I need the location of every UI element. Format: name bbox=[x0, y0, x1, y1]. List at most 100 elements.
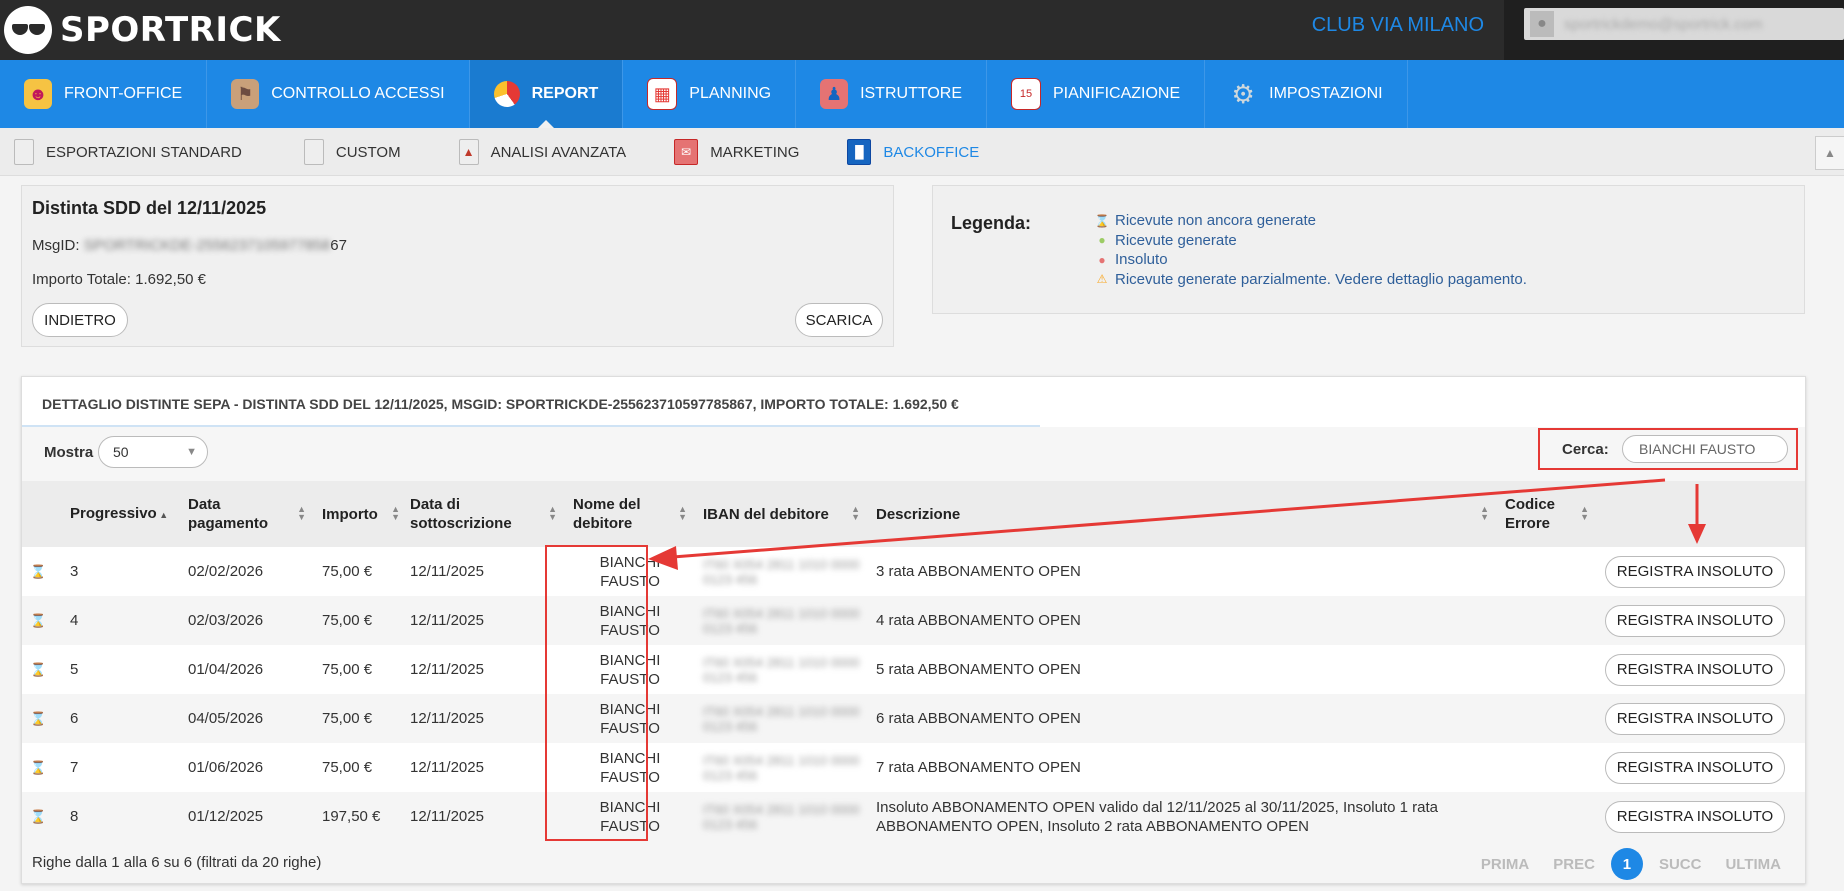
user-icon: ● bbox=[1530, 11, 1554, 37]
importo-totale: Importo Totale: 1.692,50 € bbox=[32, 271, 207, 288]
sub-nav: ESPORTAZIONI STANDARD CUSTOM ▲ ANALISI A… bbox=[0, 128, 1844, 176]
registra-insoluto-button[interactable]: REGISTRA INSOLUTO bbox=[1605, 751, 1785, 784]
coin-red-icon: ● bbox=[1098, 252, 1106, 267]
sepa-detail-card: DETTAGLIO DISTINTE SEPA - DISTINTA SDD D… bbox=[21, 376, 1806, 884]
brand-name: SPORTRICK bbox=[60, 10, 281, 50]
nav-istruttore[interactable]: ♟ ISTRUTTORE bbox=[796, 60, 987, 128]
subnav-label: ESPORTAZIONI STANDARD bbox=[46, 143, 242, 161]
col-iban-debitore[interactable]: IBAN del debitore ▲ ▼ bbox=[695, 481, 868, 547]
scarica-button[interactable]: SCARICA bbox=[795, 303, 883, 337]
subnav-analisi-avanzata[interactable]: ▲ ANALISI AVANZATA bbox=[427, 128, 653, 176]
club-name[interactable]: CLUB VIA MILANO bbox=[1312, 14, 1484, 37]
subnav-marketing[interactable]: ✉ MARKETING bbox=[652, 128, 825, 176]
table-row: ⌛ 6 04/05/2026 75,00 € 12/11/2025 BIANCH… bbox=[22, 694, 1805, 743]
nav-impostazioni[interactable]: ⚙ IMPOSTAZIONI bbox=[1205, 60, 1408, 128]
msgid-label: MsgID: bbox=[32, 237, 80, 254]
page-current[interactable]: 1 bbox=[1610, 848, 1643, 880]
cell-descrizione: 7 rata ABBONAMENTO OPEN bbox=[876, 759, 1081, 776]
indietro-button[interactable]: INDIETRO bbox=[32, 303, 128, 337]
cell-descrizione: 3 rata ABBONAMENTO OPEN bbox=[876, 563, 1081, 580]
cell-nome-debitore: BIANCHI FAUSTO bbox=[599, 602, 661, 639]
cell-iban: IT60 X054 2811 1010 0000 0123 456 bbox=[703, 556, 860, 587]
cell-data-sottoscrizione: 12/11/2025 bbox=[410, 808, 484, 825]
sort-icon: ▲ ▼ bbox=[548, 504, 557, 522]
cell-iban: IT60 X054 2811 1010 0000 0123 456 bbox=[703, 752, 860, 783]
sort-icon: ▲ ▼ bbox=[391, 504, 400, 522]
search-input[interactable] bbox=[1622, 435, 1788, 463]
registra-insoluto-button[interactable]: REGISTRA INSOLUTO bbox=[1605, 800, 1785, 833]
col-data-pagamento[interactable]: Data pagamento ▲ ▼ bbox=[180, 481, 314, 547]
document-icon bbox=[14, 139, 34, 165]
pin-icon[interactable]: ▲ bbox=[1815, 136, 1844, 170]
hourglass-icon: ⌛ bbox=[30, 760, 47, 775]
col-codice-errore[interactable]: Codice Errore ▲ ▼ bbox=[1497, 481, 1597, 547]
subnav-esportazioni-standard[interactable]: ESPORTAZIONI STANDARD bbox=[0, 128, 268, 176]
card-header: DETTAGLIO DISTINTE SEPA - DISTINTA SDD D… bbox=[22, 377, 1040, 427]
table-row: ⌛ 8 01/12/2025 197,50 € 12/11/2025 BIANC… bbox=[22, 792, 1805, 841]
cell-codice-errore bbox=[1497, 596, 1597, 645]
cell-nome-debitore: BIANCHI FAUSTO bbox=[599, 798, 661, 835]
cerca-label: Cerca: bbox=[1562, 441, 1609, 458]
cell-iban: IT60 X054 2811 1010 0000 0123 456 bbox=[703, 654, 860, 685]
cell-progressivo: 8 bbox=[70, 808, 79, 825]
page-last[interactable]: ULTIMA bbox=[1725, 856, 1781, 873]
sunglasses-logo-icon bbox=[4, 6, 52, 54]
cell-progressivo: 5 bbox=[70, 661, 79, 678]
user-menu[interactable]: ● sportrickdemo@sportrick.com bbox=[1524, 8, 1844, 40]
page-size-value: 50 bbox=[113, 444, 129, 460]
cell-progressivo: 4 bbox=[70, 612, 79, 629]
calendar-grid-icon: ▦ bbox=[647, 78, 678, 110]
sort-icon: ▲ ▼ bbox=[297, 504, 306, 522]
nav-pianificazione[interactable]: 15 PIANIFICAZIONE bbox=[987, 60, 1206, 128]
nav-label: PLANNING bbox=[689, 85, 772, 102]
col-nome-debitore[interactable]: Nome del debitore ▲ ▼ bbox=[565, 481, 695, 547]
megaphone-icon: ✉ bbox=[674, 139, 699, 165]
table-row: ⌛ 5 01/04/2026 75,00 € 12/11/2025 BIANCH… bbox=[22, 645, 1805, 694]
page-size-select[interactable]: 50 ▼ bbox=[98, 436, 208, 468]
col-descrizione[interactable]: Descrizione ▲ ▼ bbox=[868, 481, 1497, 547]
nav-controllo-accessi[interactable]: ⚑ CONTROLLO ACCESSI bbox=[207, 60, 470, 128]
cell-importo: 197,50 € bbox=[322, 808, 381, 825]
registra-insoluto-button[interactable]: REGISTRA INSOLUTO bbox=[1605, 653, 1785, 686]
nav-report[interactable]: REPORT bbox=[469, 60, 624, 129]
cell-nome-debitore: BIANCHI FAUSTO bbox=[599, 553, 661, 590]
cell-iban: IT60 X054 2811 1010 0000 0123 456 bbox=[703, 605, 860, 636]
cell-data-pagamento: 01/06/2026 bbox=[188, 759, 264, 776]
nav-front-office[interactable]: ☻ FRONT-OFFICE bbox=[0, 60, 208, 128]
coin-green-icon: ● bbox=[1098, 233, 1106, 248]
cell-progressivo: 6 bbox=[70, 710, 79, 727]
registra-insoluto-button[interactable]: REGISTRA INSOLUTO bbox=[1605, 702, 1785, 735]
cell-codice-errore bbox=[1497, 694, 1597, 743]
subnav-label: CUSTOM bbox=[335, 143, 401, 161]
col-progressivo[interactable]: Progressivo ▲ bbox=[62, 481, 180, 547]
legend-text: Ricevute generate bbox=[1115, 231, 1237, 249]
cell-data-pagamento: 04/05/2026 bbox=[188, 710, 264, 727]
page-first[interactable]: PRIMA bbox=[1481, 856, 1529, 873]
subnav-backoffice[interactable]: █ BACKOFFICE bbox=[825, 128, 1005, 176]
hourglass-icon: ⌛ bbox=[30, 613, 47, 628]
legend-list: ⌛ Ricevute non ancora generate ● Ricevut… bbox=[1095, 211, 1527, 289]
col-importo[interactable]: Importo ▲ ▼ bbox=[314, 481, 402, 547]
sort-icon: ▲ ▼ bbox=[1480, 504, 1489, 522]
page-next[interactable]: SUCC bbox=[1659, 856, 1702, 873]
table-row: ⌛ 3 02/02/2026 75,00 € 12/11/2025 BIANCH… bbox=[22, 547, 1805, 596]
cell-data-sottoscrizione: 12/11/2025 bbox=[410, 661, 484, 678]
registra-insoluto-button[interactable]: REGISTRA INSOLUTO bbox=[1605, 555, 1785, 588]
distinta-title: Distinta SDD del 12/11/2025 bbox=[32, 198, 267, 218]
cell-data-pagamento: 02/02/2026 bbox=[188, 563, 264, 580]
col-data-sottoscrizione[interactable]: Data di sottoscrizione ▲ ▼ bbox=[402, 481, 565, 547]
msgid-hidden: SPORTRICKDE-2556237105977858 bbox=[83, 237, 331, 254]
access-control-icon: ⚑ bbox=[231, 79, 260, 109]
card-title: DETTAGLIO DISTINTE SEPA - DISTINTA SDD D… bbox=[42, 396, 959, 412]
rows-info: Righe dalla 1 alla 6 su 6 (filtrati da 2… bbox=[32, 854, 322, 871]
subnav-custom[interactable]: CUSTOM bbox=[268, 128, 427, 176]
brand-logo[interactable]: SPORTRICK bbox=[4, 4, 281, 56]
registra-insoluto-button[interactable]: REGISTRA INSOLUTO bbox=[1605, 604, 1785, 637]
legend-item: ⚠ Ricevute generate parzialmente. Vedere… bbox=[1095, 270, 1527, 290]
cell-iban: IT60 X054 2811 1010 0000 0123 456 bbox=[703, 801, 860, 832]
table-row: ⌛ 4 02/03/2026 75,00 € 12/11/2025 BIANCH… bbox=[22, 596, 1805, 645]
page-prev[interactable]: PREC bbox=[1553, 856, 1595, 873]
nav-label: FRONT-OFFICE bbox=[64, 85, 183, 102]
sort-icon: ▲ ▼ bbox=[678, 504, 687, 522]
nav-planning[interactable]: ▦ PLANNING bbox=[623, 60, 797, 128]
